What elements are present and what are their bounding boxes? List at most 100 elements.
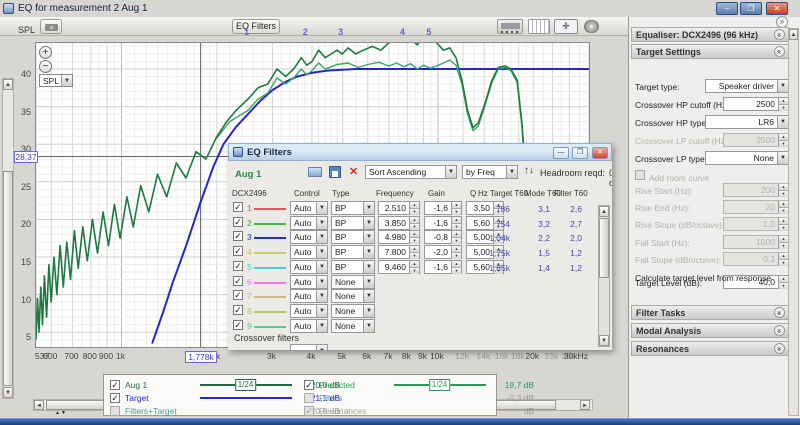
scroll-left-icon[interactable]: ◄: [34, 400, 44, 410]
close-button[interactable]: ✕: [766, 2, 788, 15]
control-dropdown[interactable]: Auto▼: [290, 289, 328, 303]
legend-checkbox[interactable]: ✓: [110, 393, 120, 403]
save-icon[interactable]: [329, 166, 341, 178]
filter-enable-checkbox[interactable]: ✓: [233, 276, 243, 286]
legend-checkbox[interactable]: ✓: [304, 380, 314, 390]
spinner-arrows-icon[interactable]: ▲▼: [778, 253, 788, 265]
sidebar-scrollbar[interactable]: ▲: [788, 28, 799, 416]
dropdown-target-type[interactable]: Speaker driver▼: [705, 79, 789, 93]
type-dropdown[interactable]: BP▼: [331, 216, 375, 230]
spinner-arrows-icon[interactable]: ▲▼: [778, 98, 788, 110]
sidebar-scroll-up-icon[interactable]: ▲: [789, 29, 798, 40]
chevron-collapse-icon[interactable]: »: [774, 343, 785, 354]
sort-mode-dropdown[interactable]: Sort Ascending ▼: [365, 165, 457, 179]
calculate-target-level-link[interactable]: Calculate target level from response: [635, 273, 771, 283]
eq-filters-dialog[interactable]: EQ Filters — ❐ ✕ Aug 1 ✕ Sort Ascending …: [228, 143, 612, 350]
type-dropdown[interactable]: None▼: [331, 289, 375, 303]
control-dropdown[interactable]: Auto▼: [290, 216, 328, 230]
chevron-collapse-icon[interactable]: »: [774, 29, 785, 40]
sort-arrows-icon[interactable]: ↑↓: [524, 165, 534, 176]
chevron-expand-icon[interactable]: »: [774, 46, 785, 57]
type-dropdown[interactable]: None▼: [331, 275, 375, 289]
section-header-resonances[interactable]: Resonances»: [631, 341, 789, 356]
spl-dropdown[interactable]: SPL ▼: [39, 74, 73, 87]
delete-x-icon[interactable]: ✕: [349, 165, 358, 178]
type-dropdown[interactable]: BP▼: [331, 260, 375, 274]
vertical-scrollbar[interactable]: ▲ ▼: [2, 78, 14, 399]
spinner-arrows-icon[interactable]: ▲▼: [778, 236, 788, 248]
spinner-arrows-icon[interactable]: ▲▼: [778, 134, 788, 146]
control-dropdown[interactable]: Auto▼: [290, 304, 328, 318]
filter-enable-checkbox[interactable]: ✓: [233, 202, 243, 212]
gain-spinner[interactable]: -1,6▲▼: [424, 260, 462, 274]
legend-checkbox[interactable]: ✓: [304, 406, 314, 416]
dropdown-crossover-hp-type[interactable]: LR6▼: [705, 115, 789, 129]
section-header-filter-tasks[interactable]: Filter Tasks»: [631, 305, 789, 320]
type-dropdown[interactable]: BP▼: [331, 201, 375, 215]
equaliser-header[interactable]: Equaliser: DCX2496 (96 kHz) »: [631, 27, 789, 42]
frequency-spinner[interactable]: 3.850▲▼: [378, 216, 420, 230]
legend-checkbox[interactable]: ✓: [110, 380, 120, 390]
add-room-curve-checkbox[interactable]: [635, 170, 645, 180]
legend-checkbox[interactable]: [304, 393, 314, 403]
control-dropdown[interactable]: Auto▼: [290, 245, 328, 259]
legend-splitter[interactable]: ▲▼: [55, 410, 67, 416]
control-dropdown[interactable]: Auto▼: [290, 275, 328, 289]
dialog-scroll-down-icon[interactable]: ▼: [599, 335, 609, 346]
control-dropdown[interactable]: Auto▼: [290, 319, 328, 333]
type-dropdown[interactable]: BP▼: [331, 230, 375, 244]
section-header-modal-analysis[interactable]: Modal Analysis»: [631, 323, 789, 338]
chevron-collapse-icon[interactable]: »: [774, 325, 785, 336]
control-dropdown[interactable]: Auto▼: [290, 201, 328, 215]
dialog-scrollbar[interactable]: ▲ ▼: [598, 205, 610, 347]
dialog-maximize-icon[interactable]: ❐: [572, 147, 588, 159]
frequency-spinner[interactable]: 7.800▲▼: [378, 245, 420, 259]
gain-spinner[interactable]: -2,0▲▼: [424, 245, 462, 259]
spinner-arrows-icon[interactable]: ▲▼: [778, 201, 788, 213]
type-dropdown[interactable]: None▼: [331, 319, 375, 333]
spinner-crossover-hp-cutoff-hz[interactable]: 2500▲▼: [723, 97, 789, 111]
crossover-filters-partial-control[interactable]: ▼: [290, 344, 328, 350]
type-dropdown[interactable]: None▼: [331, 304, 375, 318]
zoom-in-icon[interactable]: +: [39, 46, 52, 59]
frequency-spinner[interactable]: 4.980▲▼: [378, 230, 420, 244]
vertical-scroll-thumb[interactable]: [3, 171, 13, 386]
filter-enable-checkbox[interactable]: ✓: [233, 261, 243, 271]
restore-button[interactable]: ❐: [740, 2, 762, 15]
chevron-collapse-icon[interactable]: »: [774, 307, 785, 318]
filter-enable-checkbox[interactable]: ✓: [233, 231, 243, 241]
taskbar[interactable]: [0, 418, 800, 425]
target-settings-header[interactable]: Target Settings »: [631, 44, 789, 59]
dialog-scroll-up-icon[interactable]: ▲: [599, 206, 609, 217]
zoom-out-icon[interactable]: −: [39, 60, 52, 73]
frequency-spinner[interactable]: 2.510▲▼: [378, 201, 420, 215]
spinner-arrows-icon[interactable]: ▲▼: [778, 184, 788, 196]
dropdown-crossover-lp-type[interactable]: None▼: [705, 151, 789, 165]
spinner-arrows-icon[interactable]: ▲▼: [778, 276, 788, 288]
gain-spinner[interactable]: -0,8▲▼: [424, 230, 462, 244]
window-titlebar[interactable]: EQ for measurement 2 Aug 1 – ❐ ✕: [0, 0, 800, 17]
filter-enable-checkbox[interactable]: ✓: [233, 305, 243, 315]
filter-enable-checkbox[interactable]: ✓: [233, 246, 243, 256]
filter-enable-checkbox[interactable]: ✓: [233, 217, 243, 227]
open-folder-icon[interactable]: [308, 167, 322, 177]
dialog-close-icon[interactable]: ✕: [592, 147, 608, 159]
scroll-down-icon[interactable]: ▼: [3, 387, 13, 398]
legend-checkbox[interactable]: [110, 406, 120, 416]
filter-enable-checkbox[interactable]: ✓: [233, 290, 243, 300]
scroll-up-icon[interactable]: ▲: [3, 79, 13, 90]
scroll-right-icon[interactable]: ►: [580, 400, 590, 410]
gain-spinner[interactable]: -1,6▲▼: [424, 216, 462, 230]
dialog-scroll-thumb[interactable]: [599, 218, 609, 278]
filter-enable-checkbox[interactable]: ✓: [233, 320, 243, 330]
frequency-spinner[interactable]: 9.460▲▼: [378, 260, 420, 274]
minimize-button[interactable]: –: [716, 2, 738, 15]
type-dropdown[interactable]: BP▼: [331, 245, 375, 259]
gain-spinner[interactable]: -1,6▲▼: [424, 201, 462, 215]
dialog-minimize-icon[interactable]: —: [553, 147, 569, 159]
control-dropdown[interactable]: Auto▼: [290, 260, 328, 274]
control-dropdown[interactable]: Auto▼: [290, 230, 328, 244]
dialog-titlebar[interactable]: EQ Filters — ❐ ✕: [228, 143, 612, 161]
spinner-arrows-icon[interactable]: ▲▼: [778, 218, 788, 230]
sort-by-dropdown[interactable]: by Freq ▼: [462, 165, 518, 179]
